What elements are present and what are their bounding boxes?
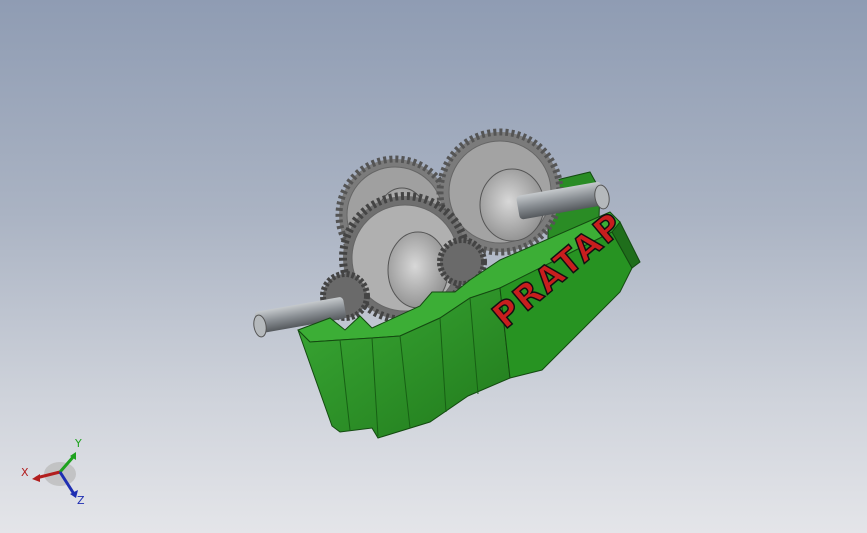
y-axis-label: Y: [75, 437, 82, 450]
coordinate-triad: X Y Z: [14, 432, 94, 512]
gearbox-model[interactable]: PRATAP: [0, 0, 867, 533]
x-axis-label: X: [21, 466, 29, 479]
graphics-viewport[interactable]: PRATAP X Y Z: [0, 0, 867, 533]
z-axis-label: Z: [77, 494, 85, 507]
